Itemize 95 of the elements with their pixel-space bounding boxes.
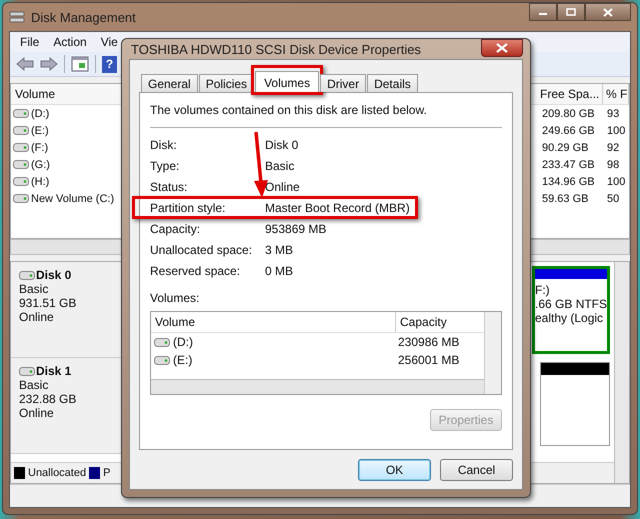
disk-type: Basic [19,282,50,296]
property-value: Online [265,180,300,194]
panel-icon[interactable] [71,56,89,72]
table-cell-text: 59.63 GB [541,192,590,204]
disk-size: 232.88 GB [19,392,78,406]
maximize-button[interactable] [557,3,585,21]
volume-name: (E:) [173,353,192,367]
volume-name: New Volume (C:) [31,192,114,204]
volume-name: (E:) [31,124,49,136]
table-cell-text: 256001 MB [397,353,460,367]
drive-icon [13,194,29,203]
disk-type: Basic [19,378,50,392]
drive-icon [13,126,29,135]
table-cell-text: 92 [606,142,620,154]
property-value: Basic [265,158,294,172]
property-label: Unallocated space: [150,242,254,256]
property-label: Partition style: [150,200,226,214]
volume-name: (D:) [173,335,193,349]
property-label: Reserved space: [150,264,242,278]
drive-icon [154,338,170,346]
minimize-button[interactable] [529,3,557,21]
volumes-label: Volumes: [150,291,200,305]
disk-status: Online [19,310,55,324]
back-arrow-icon[interactable] [16,57,34,71]
menu-item[interactable]: Action [53,35,87,49]
partition-header-bar [535,269,607,279]
property-label: Disk: [150,138,178,152]
table-cell-text: 209.80 GB [541,108,596,120]
maximize-icon [566,8,576,16]
close-icon [603,8,613,16]
drive-icon [13,177,29,186]
table-cell-text: 100 [606,124,626,136]
disk-name: Disk 1 [36,364,72,378]
legend-label: P [103,467,110,479]
drive-icon [19,270,35,280]
disk-name: Disk 0 [36,268,72,282]
tab[interactable]: Details [367,74,418,92]
drive-icon [154,356,170,364]
horizontal-scrollbar[interactable] [151,379,484,394]
tab[interactable]: Driver [320,74,366,92]
column-header[interactable]: Free Spa... [537,84,603,104]
partition-block[interactable]: F:) .66 GB NTFS ealthy (Logic [532,266,610,354]
table-cell-text: 134.96 GB [541,176,596,188]
property-value: 3 MB [265,242,294,256]
disk-status: Online [19,406,55,420]
intro-text: The volumes contained on this disk are listed below. [150,103,428,117]
help-icon[interactable]: ? [102,56,117,72]
close-button[interactable] [481,39,523,57]
unallocated-bar [541,363,609,375]
property-value: 953869 MB [265,222,326,236]
drive-icon [19,366,35,376]
table-cell-text: 98 [606,158,620,170]
column-header[interactable]: Volume [151,312,396,332]
volume-name: (F:) [31,142,48,154]
table-cell-text: 230986 MB [397,335,460,349]
drive-icon [13,160,29,169]
menu-item[interactable]: Vie [100,35,118,49]
tab[interactable]: General [141,74,198,92]
dialog-button[interactable]: OK [358,459,431,481]
vertical-scrollbar[interactable] [484,312,501,394]
property-label: Type: [150,158,180,172]
property-value: 0 MB [265,264,294,278]
partition-text: F:) [535,283,551,297]
property-value: Master Boot Record (MBR) [265,200,410,214]
drive-icon [13,143,29,152]
property-value: Disk 0 [265,138,298,152]
window-title: Disk Management [31,10,136,24]
table-cell-text: 100 [606,176,626,188]
table-cell-text: 233.47 GB [541,158,596,170]
forward-arrow-icon[interactable] [40,57,58,71]
property-label: Status: [150,180,188,194]
table-cell-text: 90.29 GB [541,142,590,154]
tab[interactable]: Volumes [255,71,320,93]
volume-name: (G:) [31,158,50,170]
table-cell-text: 50 [606,192,620,204]
table-cell-text: 249.66 GB [541,124,596,136]
partition-text: ealthy (Logic [535,311,604,325]
partition-block[interactable] [540,362,610,446]
disk-icon [9,10,25,24]
column-header[interactable]: Capacity [396,312,484,332]
menu-item[interactable]: File [20,35,40,49]
dialog-title: TOSHIBA HDWD110 SCSI Disk Device Properties [131,42,421,56]
column-header[interactable]: % F [603,84,629,104]
volume-name: (D:) [31,108,50,120]
table-cell-text: 93 [606,108,620,120]
dialog-button[interactable]: Cancel [440,459,513,481]
close-icon [496,43,508,53]
close-button[interactable] [585,3,631,21]
partition-text: .66 GB NTFS [535,297,607,311]
legend-label: Unallocated [28,467,86,479]
property-label: Capacity: [150,222,202,236]
drive-icon [13,109,29,118]
volume-name: (H:) [31,176,50,188]
vertical-scrollbar[interactable] [614,262,629,483]
disk-size: 931.51 GB [19,296,78,310]
